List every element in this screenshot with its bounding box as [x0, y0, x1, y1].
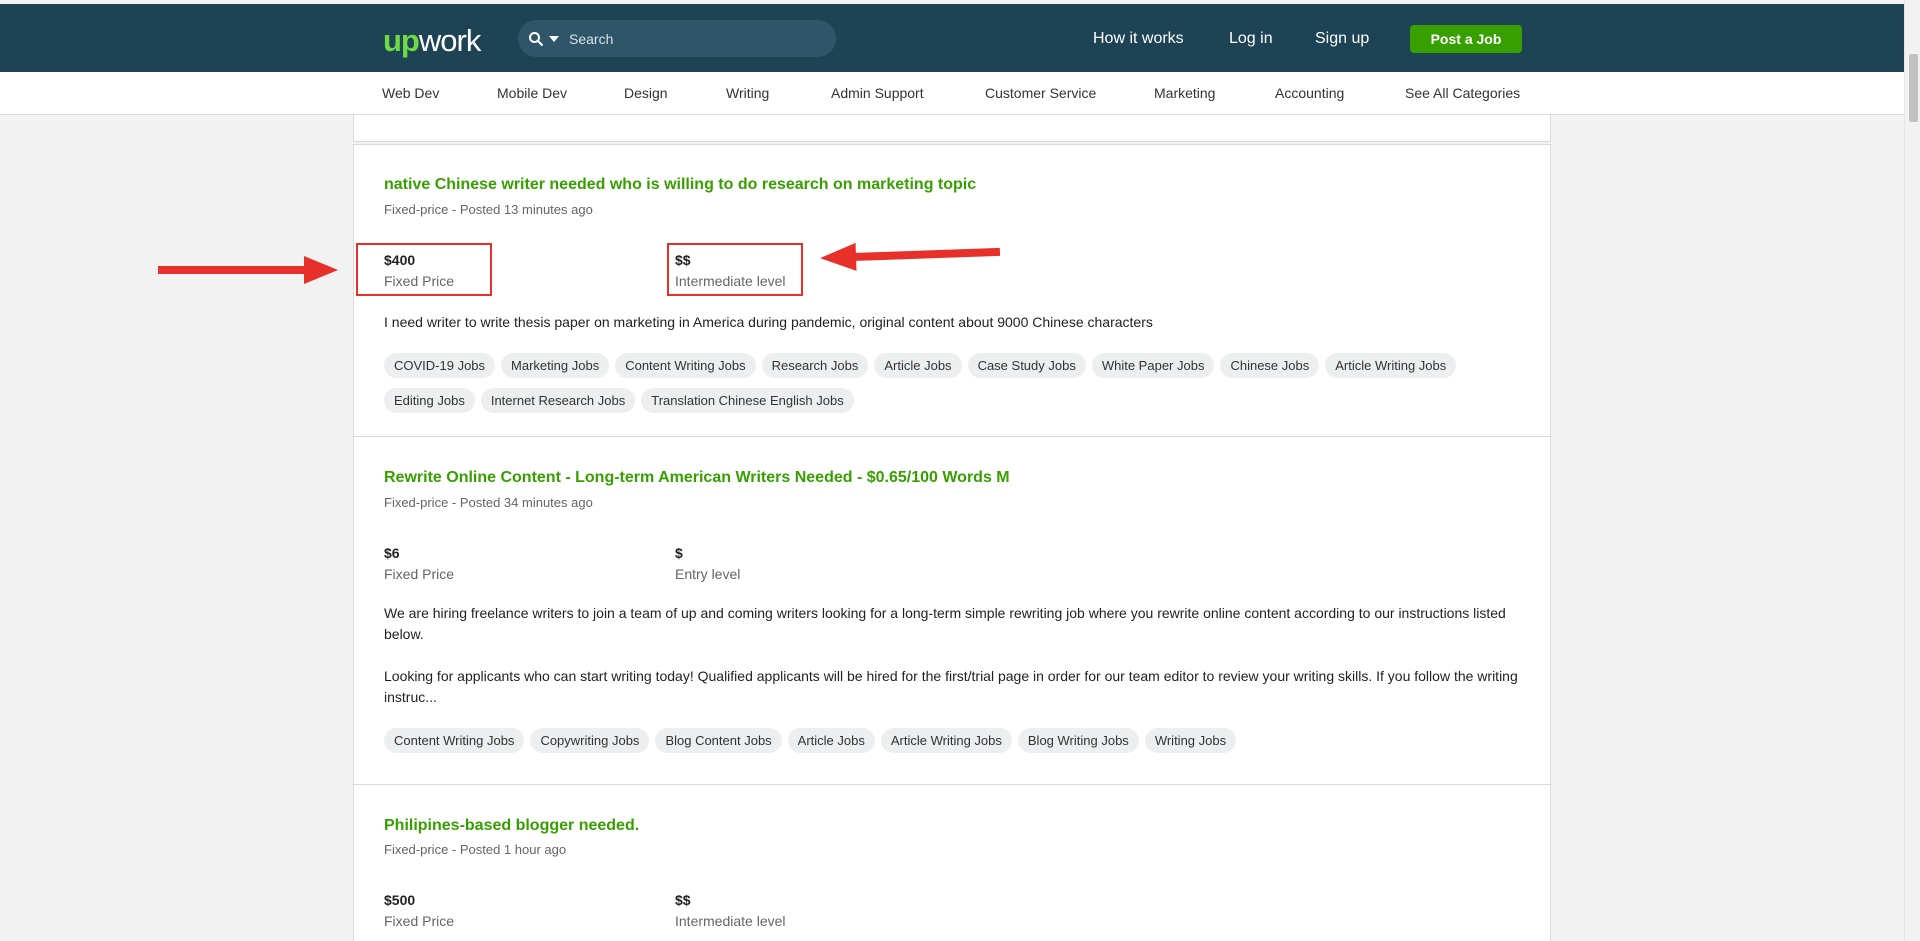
- highlight-box-price: [356, 243, 492, 296]
- how-it-works-link[interactable]: How it works: [1093, 30, 1184, 48]
- job-description-paragraph: I need writer to write thesis paper on m…: [384, 314, 1153, 330]
- tag-chip[interactable]: Case Study Jobs: [967, 353, 1086, 378]
- job-level-sign: $: [675, 545, 683, 561]
- category-admin-support[interactable]: Admin Support: [831, 85, 924, 101]
- job-level: Entry level: [675, 566, 741, 582]
- category-marketing[interactable]: Marketing: [1154, 85, 1215, 101]
- tag-chip[interactable]: COVID-19 Jobs: [384, 353, 496, 378]
- upwork-logo[interactable]: upwork: [383, 23, 481, 59]
- tag-chip[interactable]: Internet Research Jobs: [480, 388, 636, 413]
- tag-chip[interactable]: Content Writing Jobs: [615, 353, 756, 378]
- top-navbar: upwork Search How it works Log in Sign u…: [0, 4, 1904, 72]
- job-level-sign: $$: [675, 892, 691, 908]
- tag-chip[interactable]: Writing Jobs: [1144, 728, 1237, 753]
- search-input[interactable]: Search: [518, 20, 836, 57]
- category-customer-service[interactable]: Customer Service: [985, 85, 1096, 101]
- job-price-label: Fixed Price: [384, 913, 455, 929]
- tag-chip[interactable]: Marketing Jobs: [501, 353, 610, 378]
- category-design[interactable]: Design: [624, 85, 668, 101]
- log-in-link[interactable]: Log in: [1229, 30, 1273, 48]
- search-placeholder: Search: [569, 30, 614, 47]
- job-description-paragraph: We are hiring freelance writers to join …: [384, 605, 1506, 642]
- job-meta: Fixed-price - Posted 13 minutes ago: [384, 202, 593, 217]
- tag-chip[interactable]: Research Jobs: [761, 353, 869, 378]
- category-see-all[interactable]: See All Categories: [1405, 85, 1520, 101]
- tag-chip[interactable]: Article Jobs: [874, 353, 962, 378]
- tag-chip[interactable]: Editing Jobs: [384, 388, 475, 413]
- job-level: Intermediate level: [675, 913, 786, 929]
- tag-chip[interactable]: White Paper Jobs: [1091, 353, 1215, 378]
- tag-chip[interactable]: Article Writing Jobs: [1325, 353, 1457, 378]
- job-card[interactable]: native Chinese writer needed who is will…: [353, 144, 1551, 437]
- job-title[interactable]: native Chinese writer needed who is will…: [384, 176, 976, 194]
- previous-job-card-bottom: [353, 115, 1551, 142]
- job-description-paragraph: Looking for applicants who can start wri…: [384, 668, 1518, 705]
- vertical-scrollbar[interactable]: [1904, 0, 1920, 941]
- arrow-left-icon: [820, 242, 1001, 271]
- scrollbar-thumb[interactable]: [1909, 54, 1918, 122]
- job-card[interactable]: Philipines-based blogger needed. Fixed-p…: [353, 784, 1551, 941]
- tag-chip[interactable]: Article Writing Jobs: [880, 728, 1012, 753]
- tag-chip[interactable]: Translation Chinese English Jobs: [641, 388, 854, 413]
- job-title[interactable]: Rewrite Online Content - Long-term Ameri…: [384, 469, 1010, 487]
- tag-chip[interactable]: Blog Content Jobs: [655, 728, 782, 753]
- search-icon: [529, 31, 544, 46]
- category-accounting[interactable]: Accounting: [1275, 85, 1344, 101]
- tag-chip[interactable]: Article Jobs: [787, 728, 875, 753]
- job-description: We are hiring freelance writers to join …: [384, 603, 1524, 708]
- job-price-label: Fixed Price: [384, 566, 455, 582]
- job-price: $500: [384, 892, 416, 908]
- category-web-dev[interactable]: Web Dev: [382, 85, 439, 101]
- arrow-right-icon: [158, 256, 338, 284]
- chevron-down-icon[interactable]: [549, 35, 559, 42]
- job-card[interactable]: Rewrite Online Content - Long-term Ameri…: [353, 436, 1551, 785]
- job-meta: Fixed-price - Posted 34 minutes ago: [384, 495, 593, 510]
- job-description: I need writer to write thesis paper on m…: [384, 312, 1524, 333]
- category-nav: Web Dev Mobile Dev Design Writing Admin …: [0, 72, 1904, 115]
- highlight-box-level: [667, 243, 803, 296]
- job-title[interactable]: Philipines-based blogger needed.: [384, 817, 639, 835]
- sign-up-link[interactable]: Sign up: [1315, 30, 1369, 48]
- category-writing[interactable]: Writing: [726, 85, 769, 101]
- post-job-button[interactable]: Post a Job: [1410, 25, 1522, 53]
- tag-chip[interactable]: Chinese Jobs: [1220, 353, 1320, 378]
- job-tags: Content Writing Jobs Copywriting Jobs Bl…: [384, 728, 1534, 763]
- tag-chip[interactable]: Content Writing Jobs: [384, 728, 525, 753]
- category-mobile-dev[interactable]: Mobile Dev: [497, 85, 567, 101]
- job-meta: Fixed-price - Posted 1 hour ago: [384, 842, 567, 857]
- job-price: $6: [384, 545, 400, 561]
- tag-chip[interactable]: Blog Writing Jobs: [1017, 728, 1139, 753]
- tag-chip[interactable]: Copywriting Jobs: [530, 728, 650, 753]
- job-tags: COVID-19 Jobs Marketing Jobs Content Wri…: [384, 353, 1534, 423]
